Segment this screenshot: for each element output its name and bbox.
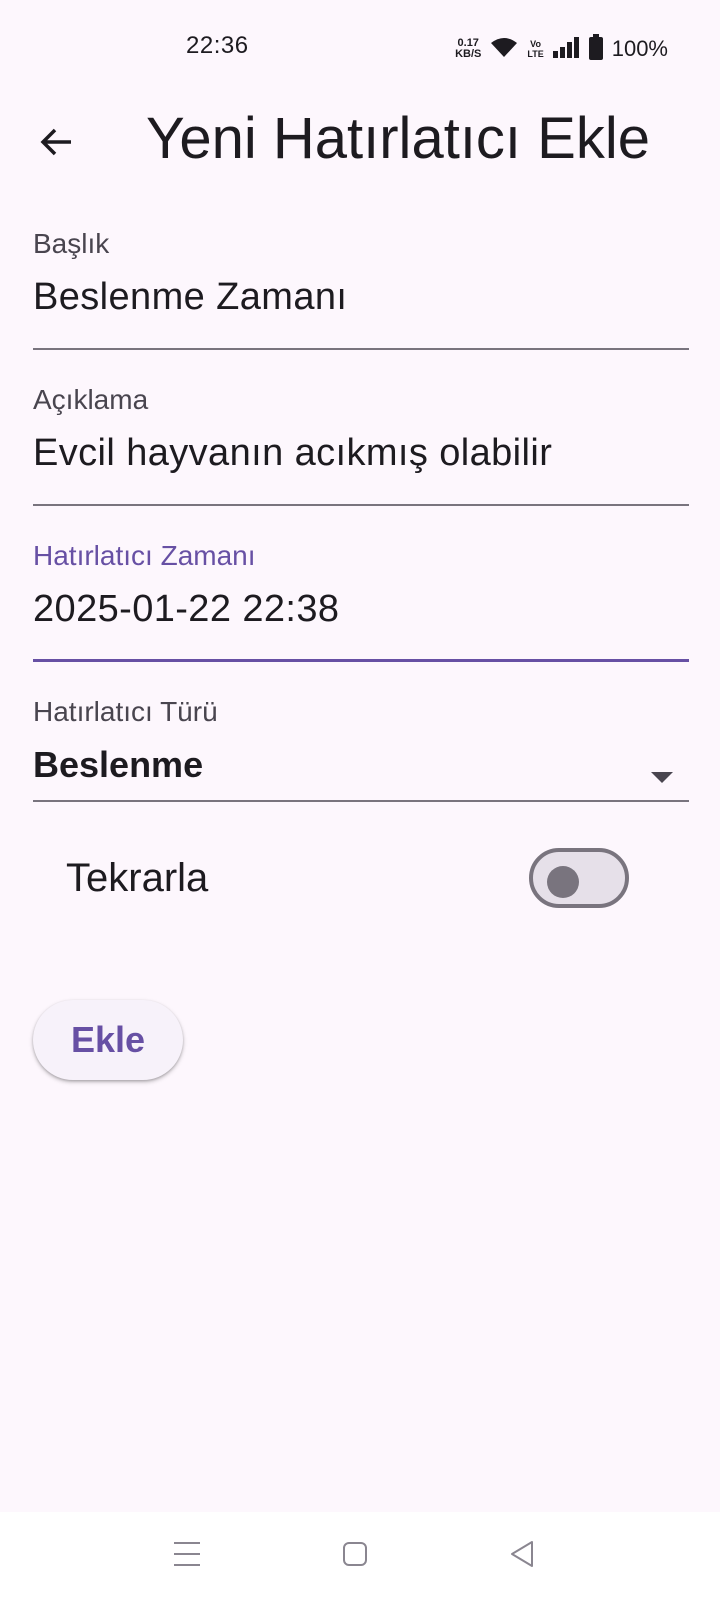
title-field-value[interactable]: Beslenme Zamanı (33, 276, 689, 319)
status-time: 22:36 (186, 32, 249, 59)
add-button[interactable]: Ekle (33, 1000, 183, 1080)
description-field-underline (33, 504, 689, 506)
status-icons: 0.17 KB/S Vo LTE 100% (455, 33, 668, 65)
reminder-type-label: Hatırlatıcı Türü (33, 696, 218, 727)
title-field-underline (33, 348, 689, 350)
title-field[interactable]: Başlık Beslenme Zamanı (33, 228, 689, 352)
menu-icon (173, 1541, 201, 1572)
reminder-time-field[interactable]: Hatırlatıcı Zamanı 2025-01-22 22:38 (33, 540, 689, 664)
navigation-bar (0, 1512, 720, 1600)
signal-icon (552, 36, 580, 63)
back-triangle-icon (509, 1540, 535, 1573)
battery-percent: 100% (611, 36, 668, 61)
reminder-type-value[interactable]: Beslenme (33, 744, 689, 786)
battery-icon (588, 33, 604, 65)
description-field-label: Açıklama (33, 384, 149, 415)
volte-top: Vo (530, 39, 541, 49)
repeat-row: Tekrarla (0, 840, 720, 920)
arrow-back-icon (38, 124, 74, 165)
dropdown-arrow-icon[interactable] (651, 772, 673, 783)
volte-indicator: Vo LTE (527, 39, 543, 59)
home-icon (342, 1541, 368, 1572)
back-nav-button[interactable] (500, 1534, 544, 1578)
page-title: Yeni Hatırlatıcı Ekle (146, 106, 650, 171)
status-bar: 22:36 0.17 KB/S Vo LTE 100% (0, 0, 720, 96)
network-speed-unit: KB/S (455, 48, 482, 60)
menu-button[interactable] (165, 1534, 209, 1578)
network-speed: 0.17 KB/S (455, 38, 481, 60)
back-button[interactable] (28, 116, 84, 172)
app-bar: Yeni Hatırlatıcı Ekle (0, 96, 720, 216)
reminder-type-dropdown[interactable]: Hatırlatıcı Türü Beslenme (33, 696, 689, 804)
reminder-time-value[interactable]: 2025-01-22 22:38 (33, 588, 689, 631)
switch-thumb (547, 866, 579, 898)
reminder-time-label: Hatırlatıcı Zamanı (33, 540, 256, 571)
repeat-switch[interactable] (529, 848, 629, 908)
reminder-time-underline (33, 659, 689, 662)
home-button[interactable] (333, 1534, 377, 1578)
description-field[interactable]: Açıklama Evcil hayvanın acıkmış olabilir (33, 384, 689, 508)
reminder-type-underline (33, 800, 689, 802)
repeat-label: Tekrarla (66, 856, 209, 900)
title-field-label: Başlık (33, 228, 110, 259)
description-field-value[interactable]: Evcil hayvanın acıkmış olabilir (33, 432, 689, 475)
volte-bottom: LTE (527, 49, 544, 59)
wifi-icon (489, 35, 519, 64)
